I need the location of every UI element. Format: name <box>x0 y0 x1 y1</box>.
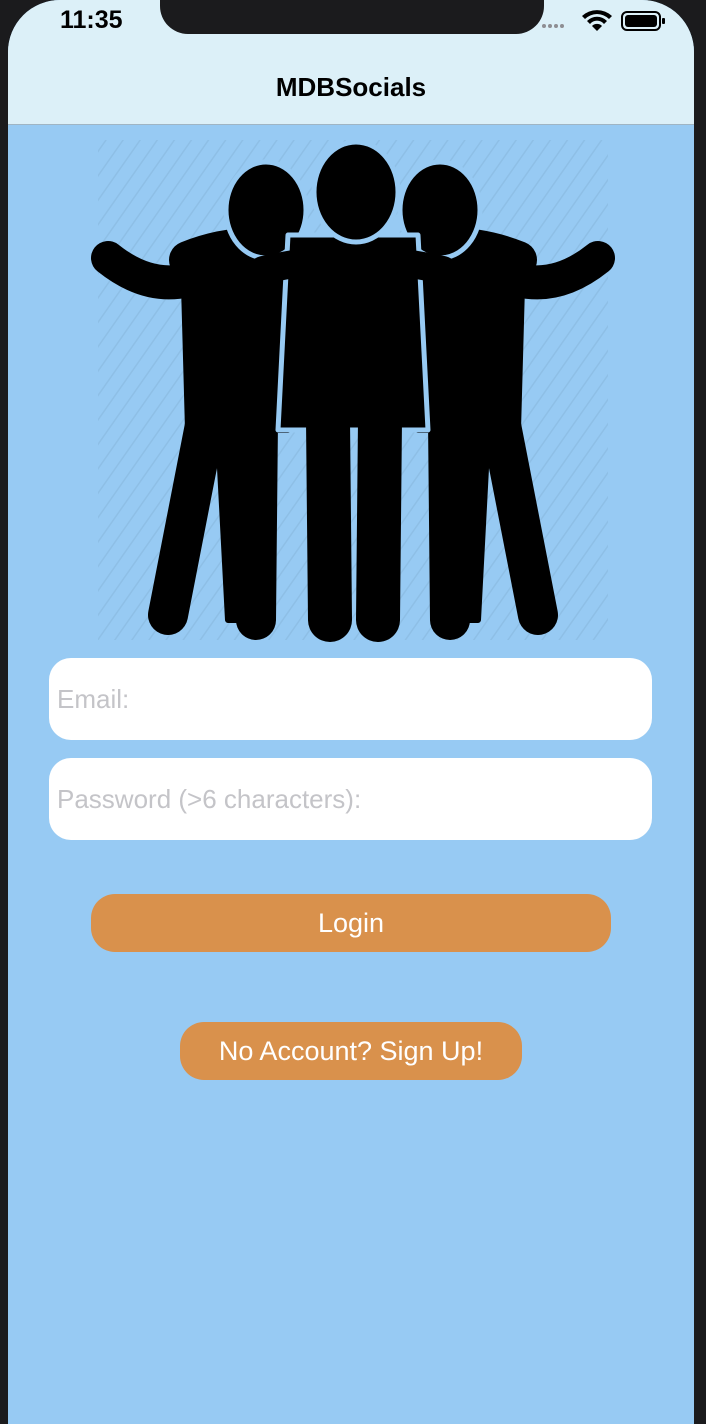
signup-button[interactable]: No Account? Sign Up! <box>180 1022 522 1080</box>
navigation-bar: 11:35 MDBSocials <box>8 0 694 125</box>
app-screen: 11:35 MDBSocials Email: Login No Account… <box>8 0 694 1424</box>
battery-icon <box>621 11 665 31</box>
three-friends-icon <box>91 140 615 642</box>
password-field[interactable] <box>49 758 652 840</box>
nav-title: MDBSocials <box>275 72 427 102</box>
status-icons <box>542 10 665 31</box>
status-time: 11:35 <box>60 6 123 34</box>
login-button[interactable]: Login <box>91 894 611 952</box>
signal-icon <box>542 24 564 28</box>
wifi-icon <box>582 10 612 31</box>
email-field[interactable] <box>49 658 652 740</box>
device-notch <box>160 0 544 34</box>
